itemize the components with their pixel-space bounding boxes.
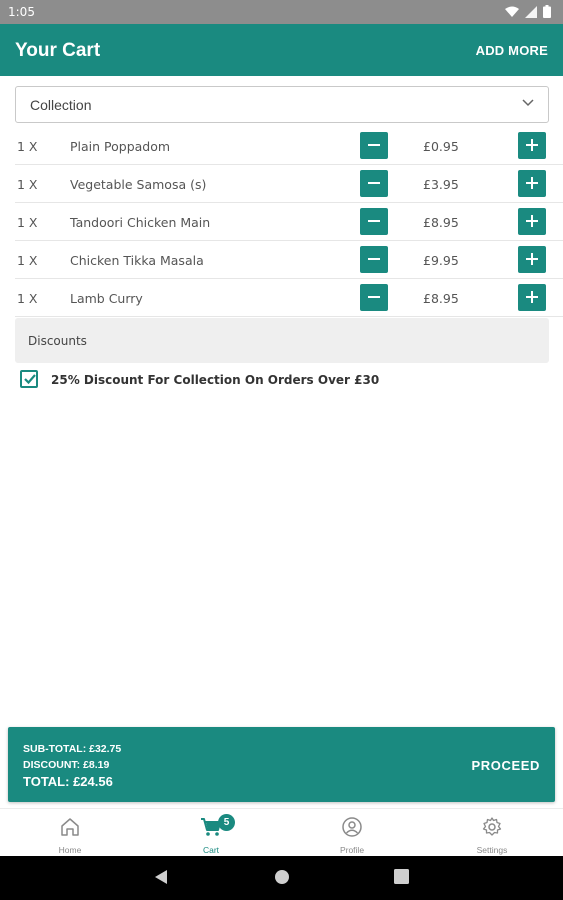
- chevron-down-icon: [522, 99, 534, 107]
- increase-quantity-button[interactable]: [518, 284, 546, 311]
- totals-card: SUB-TOTAL: £32.75 DISCOUNT: £8.19 TOTAL:…: [8, 727, 555, 802]
- plus-icon: [526, 139, 538, 151]
- minus-icon: [368, 258, 380, 260]
- wifi-icon: [505, 6, 519, 17]
- item-price: £3.95: [423, 177, 459, 192]
- discount-text: DISCOUNT: £8.19: [23, 759, 110, 771]
- item-quantity: 1 X: [17, 215, 38, 230]
- item-price: £8.95: [423, 291, 459, 306]
- decrease-quantity-button[interactable]: [360, 132, 388, 159]
- item-name: Chicken Tikka Masala: [70, 253, 204, 268]
- decrease-quantity-button[interactable]: [360, 284, 388, 311]
- profile-icon: [342, 817, 362, 837]
- discount-checkbox[interactable]: [20, 370, 38, 388]
- item-price: £0.95: [423, 139, 459, 154]
- nav-label: Cart: [202, 845, 220, 855]
- status-icons: [505, 5, 551, 18]
- plus-icon: [526, 253, 538, 265]
- decrease-quantity-button[interactable]: [360, 208, 388, 235]
- home-button-icon[interactable]: [274, 869, 290, 885]
- add-more-button[interactable]: ADD MORE: [476, 43, 548, 58]
- cart-list: 1 X Plain Poppadom £0.95 1 X Vegetable S…: [15, 127, 563, 317]
- cart-row: 1 X Tandoori Chicken Main £8.95: [15, 203, 563, 241]
- item-price: £9.95: [423, 253, 459, 268]
- signal-icon: [525, 5, 537, 18]
- gear-icon: [482, 817, 502, 836]
- order-type-value: Collection: [30, 97, 92, 113]
- proceed-button[interactable]: PROCEED: [472, 758, 541, 773]
- item-name: Plain Poppadom: [70, 139, 171, 154]
- nav-label: Home: [58, 845, 82, 855]
- discounts-title: Discounts: [28, 334, 87, 348]
- item-quantity: 1 X: [17, 177, 38, 192]
- item-quantity: 1 X: [17, 139, 38, 154]
- total-text: TOTAL: £24.56: [23, 774, 113, 789]
- discount-option[interactable]: 25% Discount For Collection On Orders Ov…: [20, 370, 420, 390]
- back-icon[interactable]: [154, 869, 168, 885]
- decrease-quantity-button[interactable]: [360, 170, 388, 197]
- nav-item-profile[interactable]: Profile: [282, 809, 422, 857]
- item-quantity: 1 X: [17, 291, 38, 306]
- system-nav-bar: [0, 856, 563, 900]
- discount-label: 25% Discount For Collection On Orders Ov…: [51, 373, 380, 387]
- cart-row: 1 X Chicken Tikka Masala £9.95: [15, 241, 563, 279]
- nav-label: Profile: [339, 845, 365, 855]
- plus-icon: [526, 291, 538, 303]
- status-bar: 1:05: [0, 0, 563, 24]
- decrease-quantity-button[interactable]: [360, 246, 388, 273]
- home-icon: [61, 818, 79, 836]
- item-name: Vegetable Samosa (s): [70, 177, 207, 192]
- nav-item-cart[interactable]: 5 Cart: [141, 809, 281, 857]
- plus-icon: [526, 215, 538, 227]
- minus-icon: [368, 182, 380, 184]
- minus-icon: [368, 220, 380, 222]
- cart-count-badge: 5: [218, 814, 235, 831]
- item-quantity: 1 X: [17, 253, 38, 268]
- order-type-select[interactable]: Collection: [15, 86, 549, 123]
- app-bar: Your Cart ADD MORE: [0, 24, 563, 76]
- increase-quantity-button[interactable]: [518, 208, 546, 235]
- nav-label: Settings: [476, 845, 508, 855]
- item-name: Tandoori Chicken Main: [70, 215, 211, 230]
- nav-item-settings[interactable]: Settings: [422, 809, 562, 857]
- discounts-panel: Discounts: [15, 318, 549, 363]
- minus-icon: [368, 296, 380, 298]
- checkmark-icon: [24, 374, 36, 385]
- status-time: 1:05: [8, 5, 35, 19]
- increase-quantity-button[interactable]: [518, 170, 546, 197]
- page-title: Your Cart: [15, 40, 101, 61]
- recents-icon[interactable]: [394, 869, 409, 884]
- subtotal-text: SUB-TOTAL: £32.75: [23, 743, 122, 755]
- bottom-nav: Home 5 Cart Profile Settings: [0, 808, 563, 856]
- cart-row: 1 X Plain Poppadom £0.95: [15, 127, 563, 165]
- plus-icon: [526, 177, 538, 189]
- item-name: Lamb Curry: [70, 291, 143, 306]
- increase-quantity-button[interactable]: [518, 132, 546, 159]
- battery-icon: [543, 5, 551, 18]
- increase-quantity-button[interactable]: [518, 246, 546, 273]
- minus-icon: [368, 144, 380, 146]
- item-price: £8.95: [423, 215, 459, 230]
- cart-row: 1 X Lamb Curry £8.95: [15, 279, 563, 317]
- cart-row: 1 X Vegetable Samosa (s) £3.95: [15, 165, 563, 203]
- nav-item-home[interactable]: Home: [0, 809, 140, 857]
